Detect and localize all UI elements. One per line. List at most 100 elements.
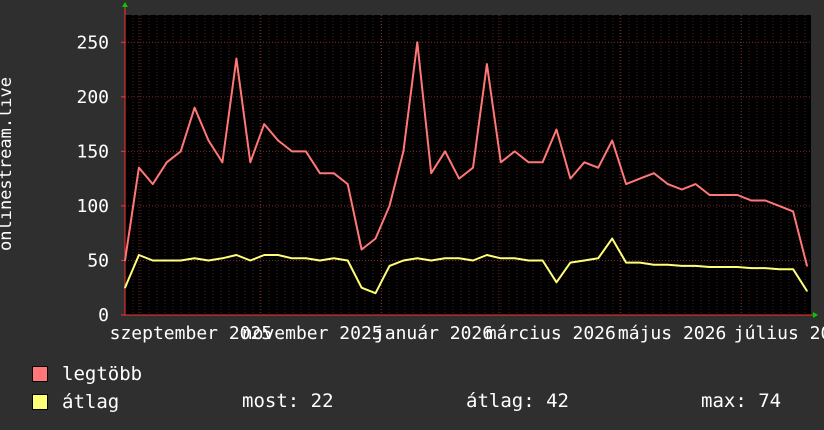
data-point [750, 267, 753, 269]
data-point [165, 161, 168, 164]
data-point [680, 188, 683, 191]
data-point [374, 237, 377, 240]
y-tick-label: 150 [76, 141, 109, 162]
data-point [207, 139, 210, 142]
stat-max: max: 74 [701, 390, 782, 412]
data-point [583, 259, 586, 262]
legend-swatch-avg [32, 394, 48, 410]
data-point [736, 194, 739, 196]
y-axis-arrow [122, 2, 128, 7]
data-point [597, 257, 600, 260]
data-point [249, 259, 252, 262]
data-point [124, 286, 126, 289]
data-point [541, 161, 544, 164]
data-point [722, 194, 725, 196]
y-tick-label: 100 [76, 196, 109, 217]
legend-item-max: legtöbb [32, 363, 142, 385]
y-tick-label: 0 [98, 305, 109, 326]
data-point [694, 265, 697, 267]
data-point [235, 57, 238, 60]
data-point [569, 177, 572, 180]
data-point [708, 194, 711, 196]
data-point [792, 268, 794, 270]
data-point [221, 257, 224, 260]
data-point [416, 41, 419, 44]
data-point [486, 254, 488, 256]
data-point [263, 123, 265, 125]
data-point [527, 259, 530, 262]
data-point [416, 257, 419, 260]
data-point [597, 166, 600, 169]
legend-swatch-max [32, 366, 48, 382]
data-point [388, 205, 391, 207]
data-point [569, 261, 572, 264]
data-point [653, 172, 655, 174]
data-point [319, 259, 321, 262]
data-point [722, 266, 725, 268]
y-tick-label: 200 [76, 87, 109, 108]
data-point [541, 259, 544, 262]
data-point [138, 166, 140, 169]
x-axis-arrow [813, 312, 818, 318]
data-point [694, 183, 697, 185]
data-point [305, 257, 307, 260]
data-point [430, 172, 433, 174]
data-point [778, 205, 780, 207]
legend-label-max: legtöbb [62, 363, 143, 385]
data-point [235, 254, 238, 256]
data-point [555, 128, 558, 131]
data-point [388, 265, 391, 267]
data-point [708, 266, 711, 268]
data-point [263, 254, 265, 256]
data-point [402, 259, 405, 262]
data-point [653, 264, 655, 266]
data-point [764, 267, 767, 269]
data-point [249, 161, 252, 164]
data-point [513, 257, 516, 260]
data-point [500, 257, 502, 260]
x-tick-label: november 2025 [242, 323, 383, 344]
data-point [402, 150, 405, 153]
data-point [736, 266, 739, 268]
data-point [444, 257, 446, 260]
data-point [360, 286, 363, 289]
data-point [138, 254, 140, 256]
data-point [152, 259, 154, 262]
data-point [193, 257, 196, 260]
data-point [124, 259, 126, 262]
plot-area [125, 15, 811, 315]
data-point [458, 177, 460, 180]
data-point [806, 290, 808, 292]
data-point [513, 150, 516, 153]
data-point [346, 259, 349, 262]
stat-now: most: 22 [242, 390, 334, 412]
data-point [179, 259, 182, 262]
data-point [583, 161, 586, 164]
data-point [291, 257, 293, 260]
data-point [360, 248, 363, 251]
y-tick-label: 50 [87, 250, 109, 271]
data-point [625, 183, 627, 185]
data-point [500, 161, 502, 164]
data-point [792, 210, 794, 213]
data-point [179, 150, 182, 153]
data-point [680, 265, 683, 267]
x-tick-label: március 2026 [486, 323, 616, 344]
data-point [319, 172, 321, 174]
data-point [639, 261, 641, 264]
data-point [625, 261, 627, 264]
data-point [555, 281, 558, 284]
data-point [750, 199, 753, 202]
data-point [207, 259, 210, 262]
data-point [332, 257, 335, 260]
x-tick-label: május 2026 [618, 323, 726, 344]
data-point [458, 257, 460, 260]
data-point [486, 63, 488, 65]
data-point [277, 139, 279, 142]
legend-label-avg: átlag [62, 391, 120, 413]
data-point [444, 150, 446, 153]
data-point [611, 139, 613, 142]
y-tick-label: 250 [76, 32, 109, 53]
data-point [639, 177, 641, 180]
x-tick-label: július 2026 [734, 323, 824, 344]
